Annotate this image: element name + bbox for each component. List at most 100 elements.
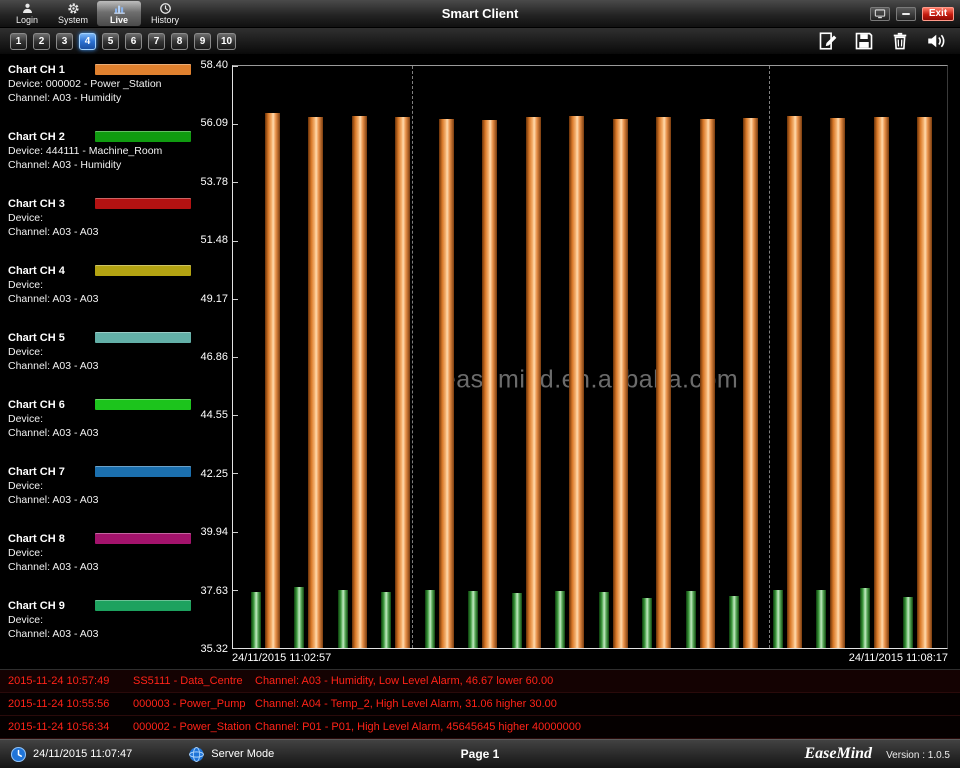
channel-color-swatch — [95, 265, 191, 276]
bar-ch2 — [555, 591, 565, 648]
nav-item-live[interactable]: Live — [97, 1, 141, 26]
status-datetime: 24/11/2015 11:07:47 — [33, 748, 132, 760]
dashed-gridline — [769, 66, 770, 648]
bar-ch1 — [830, 118, 845, 648]
page-button-5[interactable]: 5 — [102, 33, 119, 50]
channel-entry-7[interactable]: Chart CH 7Device:Channel: A03 - A03 — [8, 461, 196, 528]
channel-entry-5[interactable]: Chart CH 5Device:Channel: A03 - A03 — [8, 327, 196, 394]
y-tick-mark — [233, 66, 238, 67]
bar-ch2 — [338, 590, 348, 648]
bar-ch2 — [425, 590, 435, 648]
y-tick-label: 58.40 — [200, 59, 228, 71]
bar-ch1 — [743, 118, 758, 648]
page-button-1[interactable]: 1 — [10, 33, 27, 50]
channel-color-swatch — [95, 399, 191, 410]
bar-ch2 — [903, 597, 913, 648]
channel-entry-9[interactable]: Chart CH 9Device:Channel: A03 - A03 — [8, 595, 196, 662]
channel-entry-2[interactable]: Chart CH 2Device: 444111 - Machine_RoomC… — [8, 126, 196, 193]
edit-icon[interactable] — [818, 31, 838, 51]
bar-ch1 — [613, 119, 628, 648]
y-tick-label: 56.09 — [200, 117, 228, 129]
bar-ch1 — [265, 113, 280, 648]
alarm-row[interactable]: 2015-11-24 10:57:49SS5111 - Data_CentreC… — [0, 670, 960, 693]
y-tick-mark — [233, 357, 238, 358]
page-button-7[interactable]: 7 — [148, 33, 165, 50]
channel-title: Chart CH 1 — [8, 64, 95, 76]
y-tick-label: 49.17 — [200, 293, 228, 305]
chart: easemind.en.alibaba.com 24/11/2015 11:02… — [232, 65, 948, 669]
channel-title: Chart CH 6 — [8, 399, 95, 411]
channel-channel: Channel: A03 - A03 — [8, 292, 196, 306]
bar-ch2 — [686, 591, 696, 648]
y-tick-mark — [233, 648, 238, 649]
bar-ch2 — [381, 592, 391, 648]
brand-logo: EaseMind — [804, 745, 872, 763]
nav-item-login[interactable]: Login — [5, 1, 49, 26]
alarm-message: Channel: P01 - P01, High Level Alarm, 45… — [255, 721, 960, 733]
page-button-4[interactable]: 4 — [79, 33, 96, 50]
channel-device: Device: — [8, 211, 196, 225]
channel-entry-1[interactable]: Chart CH 1Device: 000002 - Power _Statio… — [8, 59, 196, 126]
y-tick-label: 46.86 — [200, 351, 228, 363]
channel-title: Chart CH 3 — [8, 198, 95, 210]
speaker-icon[interactable] — [926, 31, 946, 51]
page-buttons: 123456789 10 — [10, 33, 236, 50]
bar-ch1 — [526, 117, 541, 648]
bar-ch2 — [294, 587, 304, 648]
channel-device: Device: — [8, 412, 196, 426]
bar-ch2 — [642, 598, 652, 648]
channel-entry-8[interactable]: Chart CH 8Device:Channel: A03 - A03 — [8, 528, 196, 595]
channel-device: Device: — [8, 613, 196, 627]
server-mode-icon — [188, 746, 205, 763]
channel-entry-4[interactable]: Chart CH 4Device:Channel: A03 - A03 — [8, 260, 196, 327]
page-button-10[interactable]: 10 — [217, 33, 236, 50]
bar-ch1 — [874, 117, 889, 648]
nav-item-label: Live — [110, 15, 128, 25]
bar-ch1 — [700, 119, 715, 648]
save-icon[interactable] — [854, 31, 874, 51]
channel-color-swatch — [95, 466, 191, 477]
alarm-message: Channel: A03 - Humidity, Low Level Alarm… — [255, 675, 960, 687]
page-button-3[interactable]: 3 — [56, 33, 73, 50]
channel-entry-3[interactable]: Chart CH 3Device:Channel: A03 - A03 — [8, 193, 196, 260]
alarm-row[interactable]: 2015-11-24 10:56:34000002 - Power_Statio… — [0, 716, 960, 739]
channel-sidebar: Chart CH 1Device: 000002 - Power _Statio… — [0, 55, 196, 669]
y-tick-label: 53.78 — [200, 176, 228, 188]
page-button-9[interactable]: 9 — [194, 33, 211, 50]
alarm-row[interactable]: 2015-11-24 10:55:56000003 - Power_PumpCh… — [0, 693, 960, 716]
page-button-8[interactable]: 8 — [171, 33, 188, 50]
y-tick-mark — [233, 532, 238, 533]
nav-item-system[interactable]: System — [51, 1, 95, 26]
bar-ch1 — [917, 117, 932, 648]
dashed-gridline — [412, 66, 413, 648]
bar-ch1 — [352, 116, 367, 648]
channel-color-swatch — [95, 198, 191, 209]
bar-ch2 — [468, 591, 478, 648]
bar-ch1 — [395, 117, 410, 648]
channel-device: Device: — [8, 278, 196, 292]
channel-title: Chart CH 4 — [8, 265, 95, 277]
minimize-icon[interactable] — [896, 7, 916, 21]
bar-ch2 — [729, 596, 739, 648]
nav-item-history[interactable]: History — [143, 1, 187, 26]
channel-entry-6[interactable]: Chart CH 6Device:Channel: A03 - A03 — [8, 394, 196, 461]
exit-button[interactable]: Exit — [922, 7, 954, 21]
channel-title: Chart CH 7 — [8, 466, 95, 478]
delete-icon[interactable] — [890, 31, 910, 51]
y-tick-mark — [233, 299, 238, 300]
title-bar: LoginSystemLiveHistory Smart Client Exit — [0, 0, 960, 28]
page-button-6[interactable]: 6 — [125, 33, 142, 50]
bar-ch2 — [816, 590, 826, 648]
channel-color-swatch — [95, 64, 191, 75]
bar-ch1 — [439, 119, 454, 648]
bar-ch1 — [569, 116, 584, 648]
alarm-device: 000003 - Power_Pump — [133, 698, 255, 710]
display-icon[interactable] — [870, 7, 890, 21]
alarm-time: 2015-11-24 10:57:49 — [8, 675, 133, 687]
page-button-2[interactable]: 2 — [33, 33, 50, 50]
channel-device: Device: 444111 - Machine_Room — [8, 144, 196, 158]
x-axis-labels: 24/11/2015 11:02:57 24/11/2015 11:08:17 — [232, 649, 948, 669]
y-tick-mark — [233, 590, 238, 591]
bar-ch2 — [773, 590, 783, 648]
y-axis: 58.4056.0953.7851.4849.1746.8644.5542.25… — [196, 65, 232, 649]
